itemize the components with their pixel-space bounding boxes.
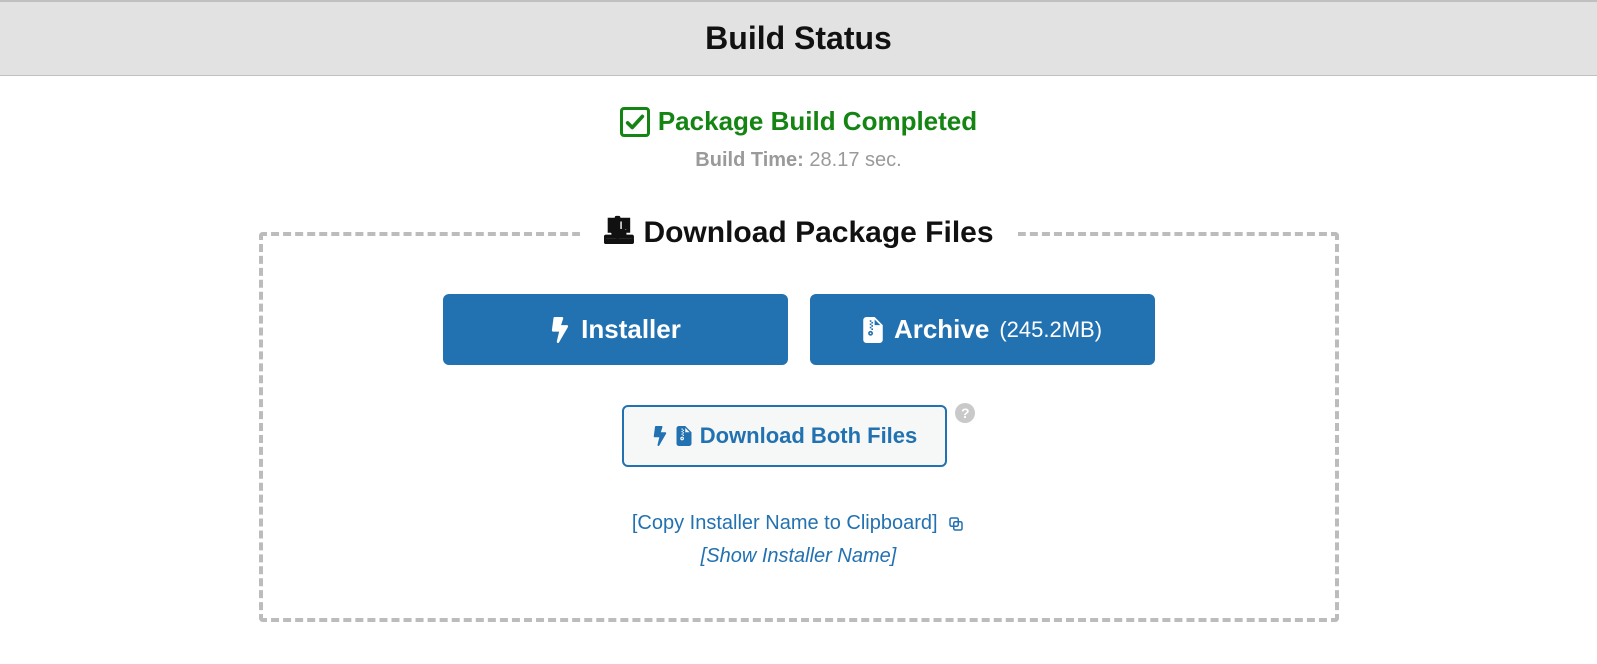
download-panel: Download Package Files Installer Archive… — [259, 232, 1339, 622]
archive-size: (245.2MB) — [999, 317, 1102, 343]
download-both-button[interactable]: Download Both Files — [622, 405, 948, 467]
bolt-icon — [652, 426, 668, 446]
archive-button-label: Archive — [894, 314, 989, 345]
build-time-label: Build Time: — [695, 149, 804, 171]
status-message: Package Build Completed — [658, 106, 977, 137]
status-row: Package Build Completed — [0, 106, 1597, 137]
help-icon[interactable]: ? — [955, 403, 975, 423]
check-success-icon — [620, 107, 650, 137]
download-icon — [603, 214, 633, 252]
show-installer-name-link[interactable]: [Show Installer Name] — [293, 545, 1305, 568]
download-both-label: Download Both Files — [700, 423, 918, 449]
copy-link-text: [Copy Installer Name to Clipboard] — [632, 512, 938, 534]
archive-button[interactable]: Archive (245.2MB) — [810, 294, 1155, 365]
copy-installer-name-link[interactable]: [Copy Installer Name to Clipboard] — [632, 512, 965, 534]
download-buttons-row: Installer Archive (245.2MB) — [293, 294, 1305, 365]
page-title: Build Status — [0, 20, 1597, 57]
file-archive-icon — [676, 426, 692, 446]
bolt-icon — [549, 317, 571, 343]
links-row: [Copy Installer Name to Clipboard] [Show… — [293, 512, 1305, 568]
download-panel-title-text: Download Package Files — [643, 216, 993, 250]
build-time-value: 28.17 sec. — [809, 149, 901, 171]
download-panel-title: Download Package Files — [579, 214, 1017, 252]
download-both-wrap: Download Both Files ? — [622, 365, 976, 467]
page-header: Build Status — [0, 0, 1597, 76]
build-time: Build Time: 28.17 sec. — [0, 149, 1597, 172]
file-archive-icon — [862, 317, 884, 343]
copy-icon — [947, 515, 965, 533]
installer-button-label: Installer — [581, 314, 681, 345]
installer-button[interactable]: Installer — [443, 294, 788, 365]
